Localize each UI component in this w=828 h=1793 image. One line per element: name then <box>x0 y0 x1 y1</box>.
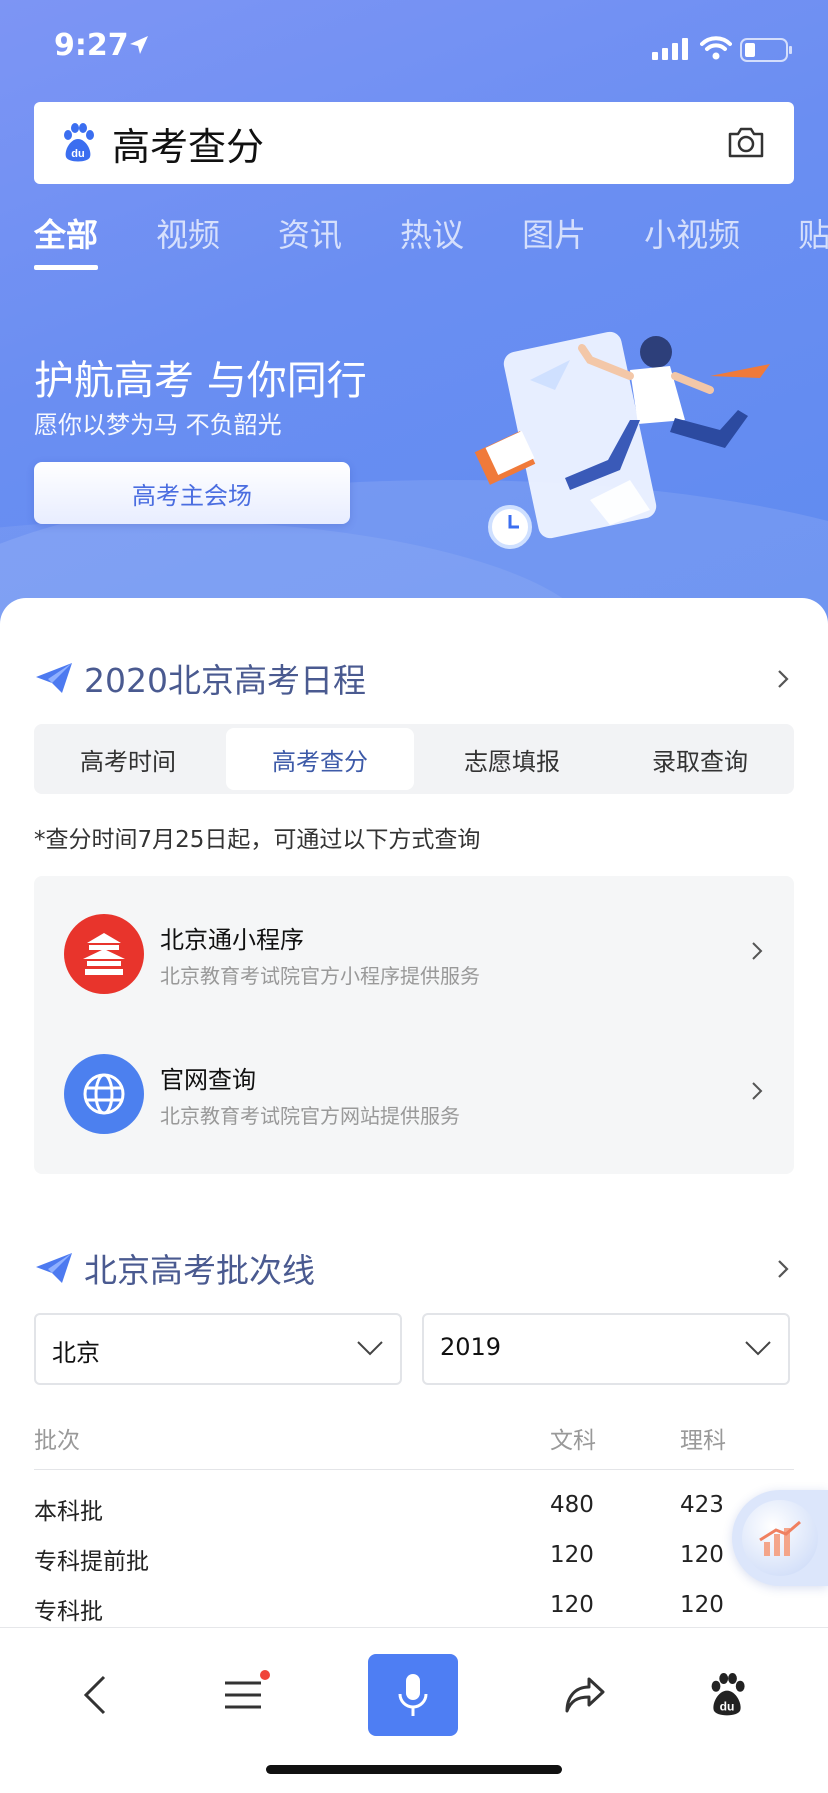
header-science: 理科 <box>680 1428 726 1454</box>
main-venue-button[interactable]: 高考主会场 <box>34 462 350 524</box>
cell-science: 120 <box>680 1542 724 1568</box>
temple-icon <box>64 914 144 994</box>
tab-images[interactable]: 图片 <box>522 210 586 256</box>
tab-all[interactable]: 全部 <box>34 210 99 270</box>
back-button[interactable] <box>50 1654 140 1736</box>
service-desc: 北京教育考试院官方网站提供服务 <box>160 1104 460 1128</box>
chevron-right-icon <box>752 942 763 960</box>
schedule-title: 2020北京高考日程 <box>84 661 366 700</box>
region-select[interactable]: 北京 <box>34 1313 402 1385</box>
schedule-segmented-control: 高考时间 高考查分 志愿填报 录取查询 <box>34 724 794 794</box>
year-value: 2019 <box>440 1333 502 1361</box>
query-note: *查分时间7月25日起，可通过以下方式查询 <box>34 827 481 853</box>
home-indicator[interactable] <box>266 1765 562 1774</box>
header-batch: 批次 <box>34 1428 80 1454</box>
service-name: 官网查询 <box>160 1066 256 1094</box>
paper-plane-icon <box>36 1253 72 1283</box>
voice-search-button[interactable] <box>368 1654 458 1736</box>
baidu-paw-icon: du <box>64 123 94 162</box>
mic-icon <box>398 1674 428 1716</box>
back-icon <box>83 1675 106 1715</box>
cutoff-title: 北京高考批次线 <box>84 1251 315 1290</box>
status-bar: 9:27 <box>0 28 828 68</box>
chevron-down-icon <box>357 1341 383 1356</box>
cutoff-header[interactable]: 北京高考批次线 <box>34 1244 315 1292</box>
status-time: 9:27 <box>54 28 129 63</box>
region-value: 北京 <box>52 1339 100 1367</box>
tab-news[interactable]: 资讯 <box>278 210 342 256</box>
year-select[interactable]: 2019 <box>422 1313 790 1385</box>
header-arts: 文科 <box>550 1428 596 1454</box>
hero-subtitle: 愿你以梦为马 不负韶光 <box>34 411 282 439</box>
table-row: 专科提前批 120 120 <box>34 1532 794 1582</box>
share-button[interactable] <box>540 1654 630 1736</box>
segment-score-query[interactable]: 高考查分 <box>226 728 414 790</box>
menu-icon <box>225 1681 261 1709</box>
table-row: 专科批 120 120 <box>34 1582 794 1632</box>
segment-exam-time[interactable]: 高考时间 <box>34 724 222 794</box>
menu-button[interactable] <box>198 1654 288 1736</box>
cell-arts: 120 <box>550 1592 594 1618</box>
list-item[interactable]: 官网查询 北京教育考试院官方网站提供服务 <box>64 1054 764 1144</box>
cell-science: 120 <box>680 1592 724 1618</box>
service-name: 北京通小程序 <box>160 926 304 954</box>
results-card: 2020北京高考日程 高考时间 高考查分 志愿填报 录取查询 *查分时间7月25… <box>0 598 828 1628</box>
service-list: 北京通小程序 北京教育考试院官方小程序提供服务 官网查询 北京教育考试院官方网站… <box>34 876 794 1174</box>
chevron-right-icon[interactable] <box>776 1258 790 1280</box>
tab-short-video[interactable]: 小视频 <box>644 210 740 256</box>
baidu-home-button[interactable]: du <box>682 1654 772 1736</box>
segment-application[interactable]: 志愿填报 <box>418 724 606 794</box>
camera-icon[interactable] <box>726 122 766 162</box>
cell-arts: 480 <box>550 1492 594 1518</box>
cell-science: 423 <box>680 1492 724 1518</box>
wifi-icon <box>700 36 732 60</box>
cellular-signal-icon <box>652 38 688 60</box>
schedule-header[interactable]: 2020北京高考日程 <box>34 654 366 702</box>
segment-admission-query[interactable]: 录取查询 <box>606 724 794 794</box>
tab-discussion[interactable]: 热议 <box>400 210 464 256</box>
service-desc: 北京教育考试院官方小程序提供服务 <box>160 964 480 988</box>
svg-text:du: du <box>720 1699 735 1713</box>
table-row: 本科批 480 423 <box>34 1482 794 1532</box>
svg-text:du: du <box>71 148 84 160</box>
chevron-right-icon <box>752 1082 763 1100</box>
table-header: 批次 文科 理科 <box>34 1403 794 1470</box>
list-item[interactable]: 北京通小程序 北京教育考试院官方小程序提供服务 <box>64 914 764 1004</box>
tab-video[interactable]: 视频 <box>156 210 220 256</box>
student-running-illustration <box>474 331 770 549</box>
hero-title: 护航高考 与你同行 <box>34 358 367 404</box>
hero-banner: 9:27 du 高考查分 全部 视频 资讯 热议 图片 小视频 贴 护航高考 与… <box>0 0 828 640</box>
cutoff-table: 批次 文科 理科 本科批 480 423 专科提前批 120 120 专科批 1… <box>34 1403 794 1632</box>
cell-arts: 120 <box>550 1542 594 1568</box>
result-tabs: 全部 视频 资讯 热议 图片 小视频 贴 <box>34 210 828 270</box>
floating-assistant-button[interactable] <box>732 1490 828 1586</box>
cell-batch: 专科提前批 <box>34 1549 149 1575</box>
chevron-down-icon <box>745 1341 771 1356</box>
chevron-right-icon[interactable] <box>776 668 790 690</box>
share-icon <box>565 1677 605 1713</box>
chart-badge-icon <box>742 1500 818 1576</box>
battery-icon <box>740 38 792 62</box>
cell-batch: 本科批 <box>34 1499 103 1525</box>
location-arrow-icon <box>130 36 148 54</box>
paper-plane-icon <box>36 663 72 693</box>
globe-icon <box>64 1054 144 1134</box>
notification-dot <box>260 1670 270 1680</box>
cell-batch: 专科批 <box>34 1599 103 1625</box>
baidu-paw-icon: du <box>711 1673 745 1716</box>
search-query[interactable]: 高考查分 <box>112 116 264 171</box>
search-bar[interactable]: du 高考查分 <box>34 102 794 184</box>
tab-tieba[interactable]: 贴 <box>798 210 828 256</box>
